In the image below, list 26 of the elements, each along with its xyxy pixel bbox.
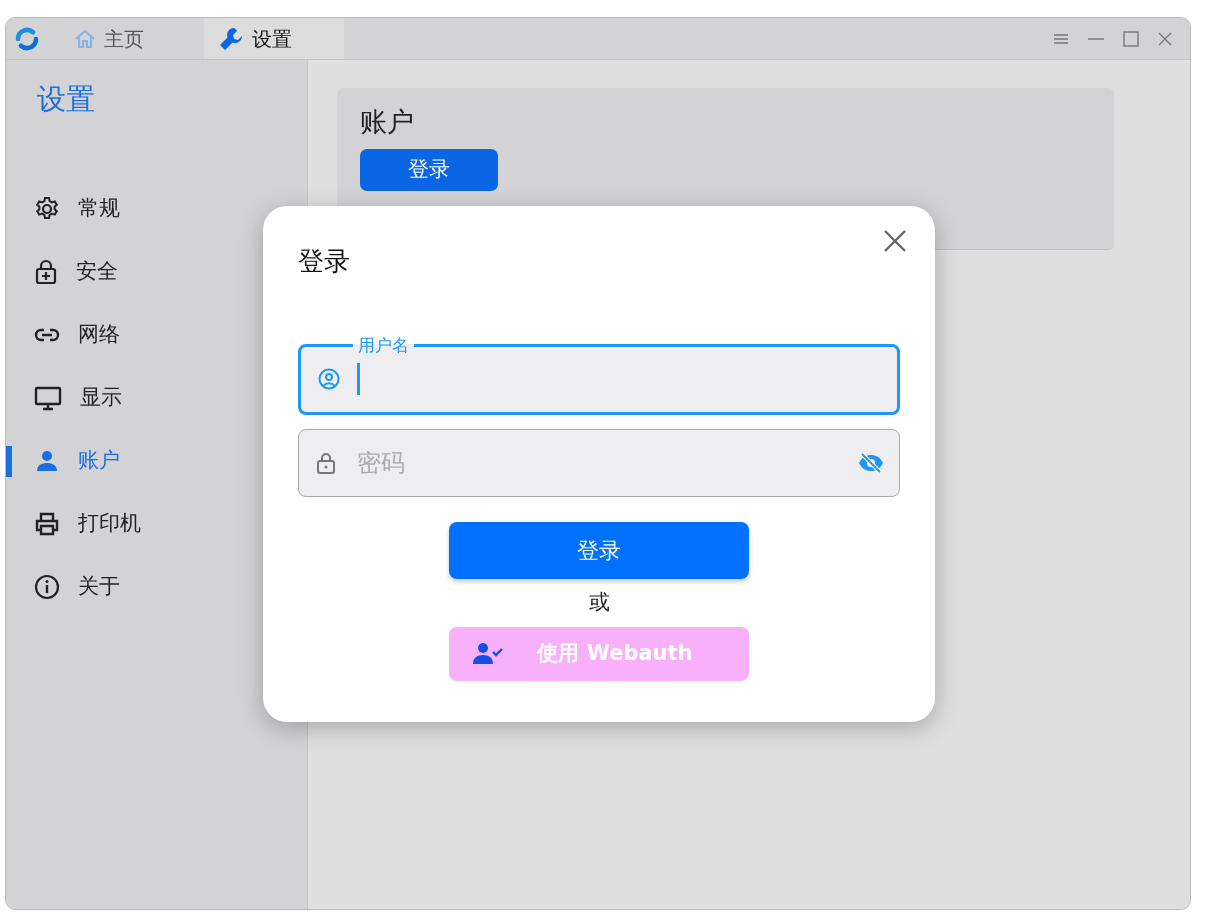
card-title: 账户	[360, 105, 415, 139]
submit-button[interactable]: 登录	[449, 522, 749, 579]
sidebar-item[interactable]: 关于	[6, 555, 307, 619]
eye-slash-icon[interactable]	[858, 452, 884, 474]
lock-icon	[316, 451, 336, 475]
monitor-icon	[34, 385, 62, 411]
sidebar-title: 设置	[37, 81, 96, 118]
user-check-icon	[473, 641, 505, 666]
maximize-icon[interactable]	[1122, 29, 1140, 48]
info-icon	[34, 574, 60, 600]
login-button[interactable]: 登录	[360, 148, 498, 191]
wrench-icon	[218, 25, 244, 52]
dialog-title: 登录	[298, 245, 351, 278]
printer-icon	[34, 511, 60, 537]
window-tab[interactable]: 主页	[60, 18, 200, 59]
password-field[interactable]: 密码	[298, 429, 900, 497]
house-icon	[74, 27, 96, 50]
separator-text: 或	[588, 589, 610, 616]
lock-icon	[34, 259, 58, 285]
text-cursor	[357, 363, 360, 395]
sidebar-item[interactable]: 常规	[6, 177, 307, 241]
gear-icon	[34, 196, 60, 222]
window-tab[interactable]: 设置	[204, 18, 344, 59]
person-icon	[34, 448, 60, 474]
user-circle-icon	[317, 367, 341, 391]
app-logo-icon	[14, 25, 40, 52]
